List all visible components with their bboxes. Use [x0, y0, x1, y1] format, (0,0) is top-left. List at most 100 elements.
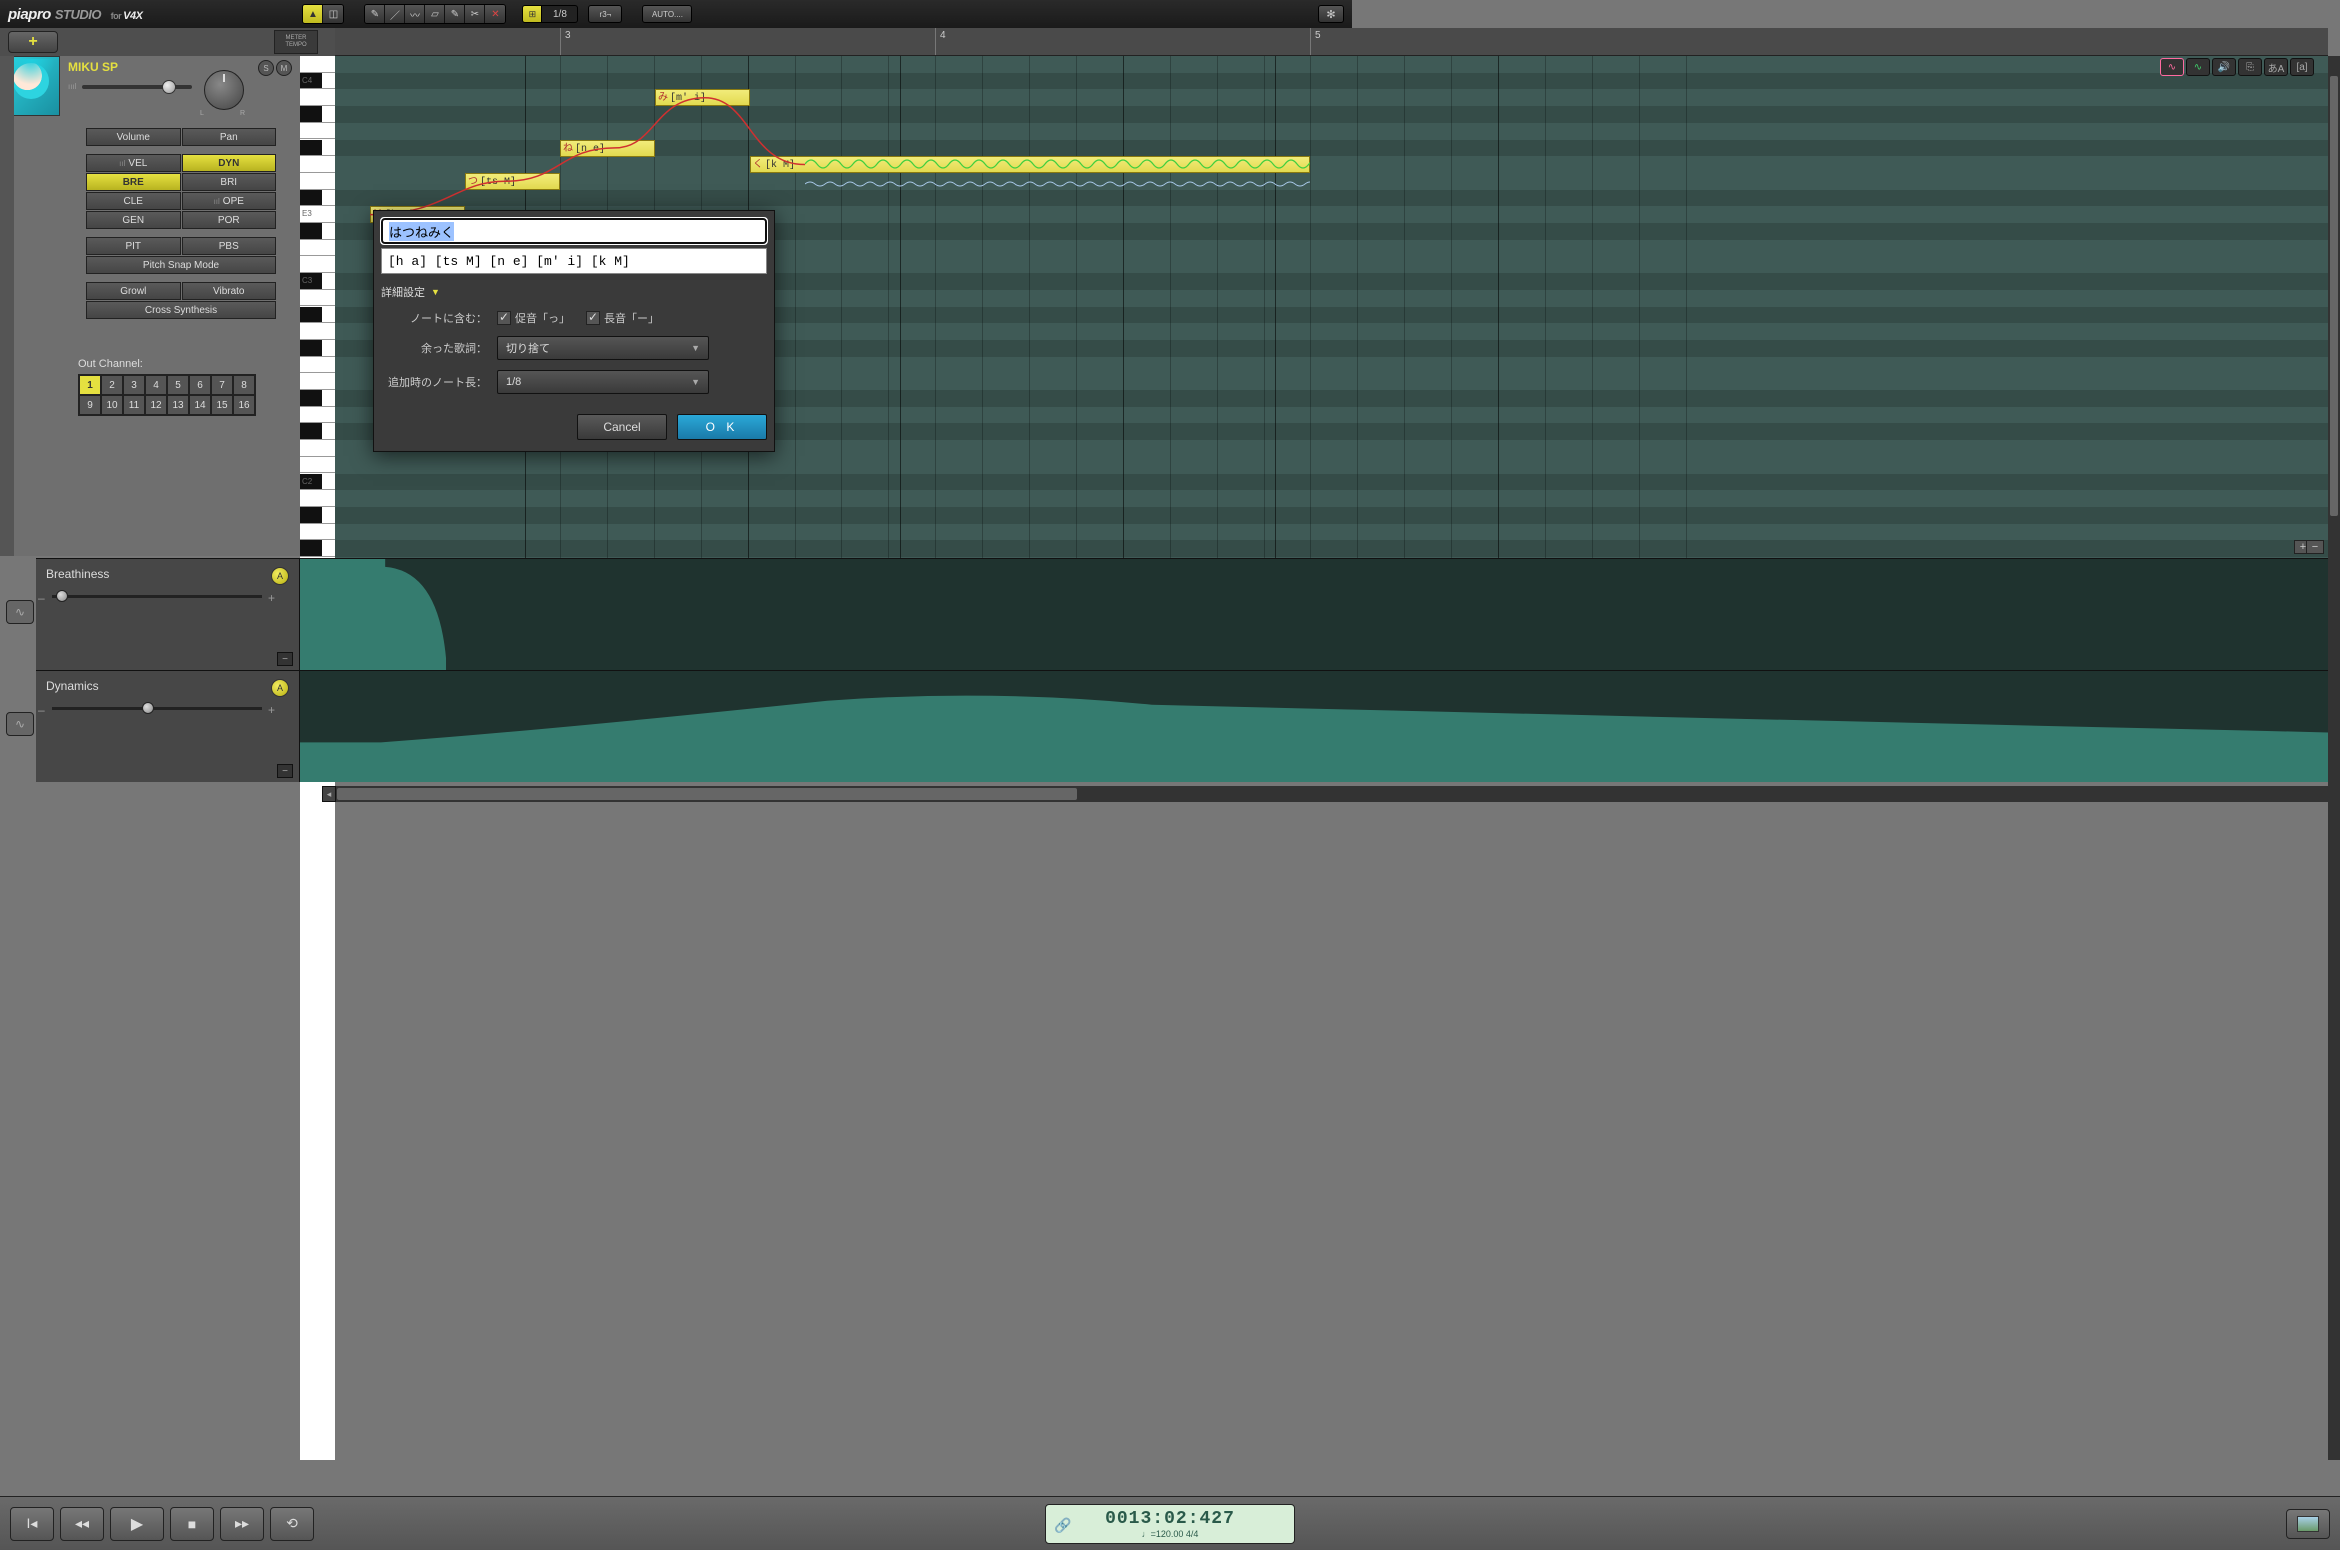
h-scrollbar[interactable] — [335, 786, 2328, 802]
lane-collapse[interactable]: − — [277, 652, 293, 666]
channel-9[interactable]: 9 — [79, 395, 101, 415]
lane-slider[interactable] — [52, 595, 262, 598]
ok-button[interactable]: O K — [677, 414, 767, 440]
channel-4[interactable]: 4 — [145, 375, 167, 395]
snap-grid-icon[interactable]: ⊞ — [522, 5, 542, 23]
note[interactable]: み[m' i] — [655, 89, 750, 106]
play-button[interactable]: ▶ — [110, 1507, 164, 1541]
timeline-ruler[interactable]: 3 4 5 — [335, 28, 2328, 56]
breathiness-graph[interactable] — [300, 559, 2328, 670]
arrow-tool[interactable]: ▲ — [303, 5, 323, 23]
lane-auto-button[interactable]: A — [271, 567, 289, 585]
channel-2[interactable]: 2 — [101, 375, 123, 395]
auto-mode[interactable]: AUTO.... — [642, 5, 692, 23]
remove-lane-button[interactable]: − — [2306, 540, 2324, 554]
note[interactable]: ね[n e] — [560, 140, 655, 157]
lane-toggle-icon[interactable]: ∿ — [6, 600, 34, 624]
line-tool[interactable]: ／ — [385, 5, 405, 23]
param-volume[interactable]: Volume — [86, 128, 181, 146]
lane-auto-button[interactable]: A — [271, 679, 289, 697]
volume-slider[interactable] — [82, 85, 192, 89]
channel-13[interactable]: 13 — [167, 395, 189, 415]
note[interactable]: く[k M] — [750, 156, 1310, 173]
view-buttons: ∿ ∿ 🔊 ⎘ あA [a] — [2160, 58, 2314, 76]
picture-button[interactable] — [2286, 1509, 2330, 1539]
lyric-view-button[interactable]: ⎘ — [2238, 58, 2262, 76]
param-por[interactable]: POR — [182, 211, 277, 229]
channel-7[interactable]: 7 — [211, 375, 233, 395]
param-bri[interactable]: BRI — [182, 173, 277, 191]
vol-view-button[interactable]: 🔊 — [2212, 58, 2236, 76]
param-growl[interactable]: Growl — [86, 282, 181, 300]
phoneme-view-button[interactable]: [a] — [2290, 58, 2314, 76]
sokuon-checkbox[interactable] — [497, 311, 511, 325]
lyric-input[interactable] — [381, 218, 767, 244]
top-toolbar: piaproSTUDIO for V4X ▲ ◫ ✎ ／ 〰 ▱ ✎ ✂ ✕ ⊞… — [0, 0, 1352, 28]
curve-tool[interactable]: 〰 — [405, 5, 425, 23]
cancel-button[interactable]: Cancel — [577, 414, 667, 440]
channel-14[interactable]: 14 — [189, 395, 211, 415]
channel-6[interactable]: 6 — [189, 375, 211, 395]
channel-10[interactable]: 10 — [101, 395, 123, 415]
lane-collapse[interactable]: − — [277, 764, 293, 778]
rewind-start-button[interactable]: I◂ — [10, 1507, 54, 1541]
eraser-tool[interactable]: ▱ — [425, 5, 445, 23]
highlight-tool[interactable]: ✎ — [445, 5, 465, 23]
dyn-view-button[interactable]: ∿ — [2186, 58, 2210, 76]
loop-button[interactable]: ⟲ — [270, 1507, 314, 1541]
solo-button[interactable]: S — [258, 60, 274, 76]
dynamics-graph[interactable] — [300, 671, 2328, 782]
delete-tool[interactable]: ✕ — [485, 5, 505, 23]
select-tool[interactable]: ◫ — [323, 5, 343, 23]
param-bre[interactable]: BRE — [86, 173, 181, 191]
channel-3[interactable]: 3 — [123, 375, 145, 395]
meter-tempo-box[interactable]: METERTEMPO — [274, 30, 318, 54]
param-pit[interactable]: PIT — [86, 237, 181, 255]
param-cross-synthesis[interactable]: Cross Synthesis — [86, 301, 276, 319]
advanced-toggle[interactable]: 詳細設定▼ — [381, 284, 767, 300]
channel-5[interactable]: 5 — [167, 375, 189, 395]
channel-15[interactable]: 15 — [211, 395, 233, 415]
kana-view-button[interactable]: あA — [2264, 58, 2288, 76]
stop-button[interactable]: ■ — [170, 1507, 214, 1541]
overflow-select[interactable]: 切り捨て▼ — [497, 336, 709, 360]
plus-icon: + — [268, 703, 275, 717]
channel-8[interactable]: 8 — [233, 375, 255, 395]
add-track-button[interactable]: + — [8, 31, 58, 53]
rewind-button[interactable]: ◂◂ — [60, 1507, 104, 1541]
param-pitch-snap[interactable]: Pitch Snap Mode — [86, 256, 276, 274]
settings-button[interactable]: ✻ — [1318, 5, 1344, 23]
scroll-left[interactable]: ◂ — [322, 786, 336, 802]
v-scrollbar[interactable] — [2328, 56, 2340, 1460]
channel-11[interactable]: 11 — [123, 395, 145, 415]
channel-1[interactable]: 1 — [79, 375, 101, 395]
out-channel-section: Out Channel: 12345678910111213141516 — [78, 358, 256, 416]
channel-16[interactable]: 16 — [233, 395, 255, 415]
pencil-tool[interactable]: ✎ — [365, 5, 385, 23]
param-gen[interactable]: GEN — [86, 211, 181, 229]
channel-12[interactable]: 12 — [145, 395, 167, 415]
param-dyn[interactable]: DYN — [182, 154, 277, 172]
param-vel[interactable]: ıılVEL — [86, 154, 181, 172]
snap-value[interactable]: 1/8 — [542, 5, 578, 23]
lane-toggle-icon[interactable]: ∿ — [6, 712, 34, 736]
param-pbs[interactable]: PBS — [182, 237, 277, 255]
link-icon[interactable]: 🔗 — [1054, 1517, 1071, 1534]
out-channel-label: Out Channel: — [78, 358, 256, 370]
lane-slider[interactable] — [52, 707, 262, 710]
draw-tool-group: ✎ ／ 〰 ▱ ✎ ✂ ✕ — [364, 4, 506, 24]
mute-button[interactable]: M — [276, 60, 292, 76]
note[interactable]: つ[ts M] — [465, 173, 560, 190]
pan-knob[interactable] — [204, 70, 244, 110]
pitch-view-button[interactable]: ∿ — [2160, 58, 2184, 76]
knife-tool[interactable]: ✂ — [465, 5, 485, 23]
param-vibrato[interactable]: Vibrato — [182, 282, 277, 300]
param-pan[interactable]: Pan — [182, 128, 277, 146]
param-ope[interactable]: ıılOPE — [182, 192, 277, 210]
forward-button[interactable]: ▸▸ — [220, 1507, 264, 1541]
chouon-checkbox[interactable] — [586, 311, 600, 325]
notelen-select[interactable]: 1/8▼ — [497, 370, 709, 394]
octave-display[interactable]: r3¬ — [588, 5, 622, 23]
param-cle[interactable]: CLE — [86, 192, 181, 210]
phoneme-display[interactable]: [h a] [ts M] [n e] [m' i] [k M] — [381, 248, 767, 274]
